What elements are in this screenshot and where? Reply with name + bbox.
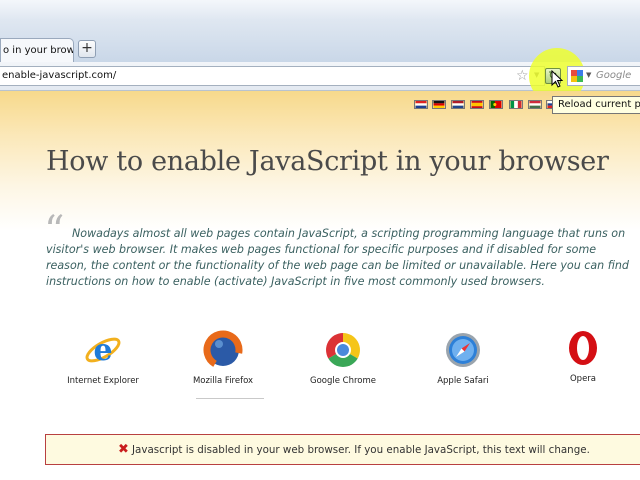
tab-title: o in your browse... — [3, 45, 74, 56]
google-icon — [571, 70, 583, 82]
browser-label: Apple Safari — [437, 376, 489, 386]
address-bar[interactable]: enable-javascript.com/ ☆ ▼ — [0, 66, 545, 86]
firefox-icon — [203, 330, 243, 370]
opera-icon — [569, 331, 597, 365]
browser-link-internet-explorer[interactable]: e Internet Explorer — [48, 330, 158, 386]
mouse-cursor-icon — [551, 70, 563, 88]
intro-line: instructions on how to enable (activate)… — [46, 275, 545, 288]
page-title: How to enable JavaScript in your browser — [46, 146, 609, 177]
browser-label: Mozilla Firefox — [192, 376, 254, 386]
hover-underline — [196, 398, 264, 399]
italian-flag-icon[interactable] — [509, 100, 523, 109]
error-icon: ✖ — [118, 442, 129, 457]
search-placeholder: Google — [596, 70, 632, 81]
intro-line: Nowadays almost all web pages contain Ja… — [72, 227, 626, 240]
intro-line: visitor's web browser. It makes web page… — [46, 243, 597, 256]
croatian-flag-icon[interactable] — [414, 100, 428, 109]
browser-label: Google Chrome — [309, 376, 377, 386]
intro-line: reason, the content or the functionality… — [46, 259, 629, 272]
javascript-status-alert: ✖ Javascript is disabled in your web bro… — [45, 434, 640, 465]
browser-link-chrome[interactable]: Google Chrome — [288, 330, 398, 386]
browser-link-opera[interactable]: Opera — [528, 328, 638, 384]
portuguese-flag-icon[interactable] — [489, 100, 503, 109]
browser-label: Internet Explorer — [67, 376, 139, 386]
browser-tab[interactable]: o in your browse... — [0, 38, 74, 62]
dutch-flag-icon[interactable] — [451, 100, 465, 109]
new-tab-button[interactable]: + — [78, 40, 96, 58]
intro-paragraph: Nowadays almost all web pages contain Ja… — [46, 226, 640, 290]
hungarian-flag-icon[interactable] — [528, 100, 542, 109]
language-flags — [414, 100, 564, 112]
bookmark-star-icon[interactable]: ☆ — [516, 68, 529, 84]
german-flag-icon[interactable] — [432, 100, 446, 109]
search-engine-dropdown-icon[interactable]: ▼ — [586, 71, 591, 79]
browser-label: Opera — [569, 374, 597, 384]
browser-link-firefox[interactable]: Mozilla Firefox — [168, 330, 278, 386]
url-text: enable-javascript.com/ — [2, 70, 117, 81]
reload-tooltip: Reload current page — [552, 96, 640, 114]
chrome-icon — [326, 333, 360, 367]
internet-explorer-icon: e — [85, 333, 121, 368]
spanish-flag-icon[interactable] — [470, 100, 484, 109]
search-bar[interactable]: ▼ Google — [567, 66, 640, 86]
safari-icon — [446, 333, 480, 367]
svg-text:e: e — [93, 333, 112, 368]
browser-link-safari[interactable]: Apple Safari — [408, 330, 518, 386]
alert-text: Javascript is disabled in your web brows… — [132, 444, 590, 456]
